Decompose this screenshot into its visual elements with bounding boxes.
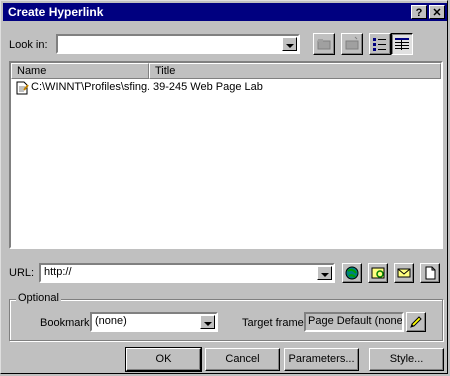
blank-page-icon	[425, 266, 436, 280]
details-view-icon	[395, 38, 409, 50]
change-target-frame-button[interactable]	[406, 312, 426, 332]
title-bar: Create Hyperlink ? ✕	[3, 3, 447, 21]
optional-group: Optional Bookmark: (none) Target frame: …	[9, 292, 443, 341]
envelope-icon	[397, 268, 411, 278]
url-dropdown-arrow[interactable]	[317, 266, 332, 280]
window-title: Create Hyperlink	[8, 5, 104, 19]
url-value: http://	[44, 266, 72, 278]
list-view-button[interactable]	[369, 33, 391, 55]
list-item[interactable]: C:\WINNT\Profiles\sfing... 39-245 Web Pa…	[13, 81, 439, 95]
list-view-icon	[373, 38, 386, 51]
look-in-label: Look in:	[9, 39, 48, 51]
url-combobox[interactable]: http://	[39, 263, 335, 283]
style-button[interactable]: Style...	[369, 348, 444, 371]
optional-group-title: Optional	[16, 292, 61, 304]
close-button[interactable]: ✕	[429, 5, 445, 19]
look-in-combobox[interactable]	[56, 34, 300, 54]
bookmark-label: Bookmark:	[40, 317, 93, 329]
target-frame-field: Page Default (none)	[304, 312, 404, 332]
bookmark-combobox[interactable]: (none)	[90, 312, 218, 332]
email-link-button[interactable]	[394, 263, 414, 283]
ok-button[interactable]: OK	[125, 347, 202, 372]
file-name: C:\WINNT\Profiles\sfing...	[31, 81, 149, 93]
look-in-dropdown-arrow[interactable]	[282, 37, 297, 51]
create-hyperlink-dialog: Create Hyperlink ? ✕ Look in: Name Title	[0, 0, 448, 374]
pencil-icon	[410, 316, 422, 328]
new-page-button[interactable]	[420, 263, 440, 283]
bookmark-value: (none)	[95, 315, 127, 327]
help-button[interactable]: ?	[411, 5, 427, 19]
new-folder-button[interactable]	[341, 33, 363, 55]
column-header-title[interactable]: Title	[149, 63, 441, 79]
up-folder-button[interactable]	[313, 33, 335, 55]
bookmark-dropdown-arrow[interactable]	[200, 315, 215, 329]
open-file-icon	[371, 267, 385, 279]
target-frame-label: Target frame:	[242, 317, 307, 329]
column-header-name[interactable]: Name	[11, 63, 149, 79]
globe-icon	[345, 266, 359, 280]
cancel-button[interactable]: Cancel	[205, 348, 280, 371]
new-folder-icon	[345, 36, 359, 50]
file-list[interactable]: Name Title C:\WINNT\Profiles\sfing... 39…	[9, 61, 443, 249]
parameters-button[interactable]: Parameters...	[284, 348, 359, 371]
browse-web-button[interactable]	[342, 263, 362, 283]
browse-file-button[interactable]	[368, 263, 388, 283]
target-frame-value: Page Default (none)	[308, 315, 404, 327]
details-view-button[interactable]	[391, 33, 413, 55]
html-document-icon	[16, 81, 29, 95]
url-label: URL:	[9, 267, 35, 279]
up-folder-icon	[317, 39, 331, 50]
look-in-label-text: Look in:	[9, 39, 48, 51]
file-title: 39-245 Web Page Lab	[153, 81, 263, 93]
